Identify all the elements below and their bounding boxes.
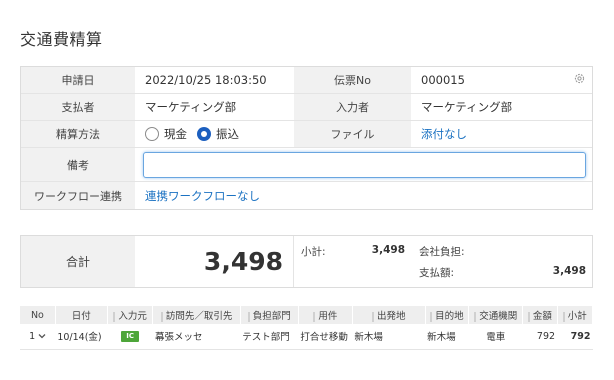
gear-icon[interactable] bbox=[573, 72, 586, 85]
col-header[interactable]: 小計 bbox=[557, 306, 594, 324]
table-row[interactable]: 1 10/14(金) IC 幕張メッセ テスト部門 打合せ移動 新木場 新木場 … bbox=[20, 324, 593, 350]
row-amount: 792 bbox=[522, 324, 558, 350]
voucher-no-label: 伝票No bbox=[294, 67, 411, 93]
payer-label: 支払者 bbox=[21, 94, 135, 120]
row-memo: 備考 bbox=[21, 148, 592, 182]
row-apply-date: 申請日 2022/10/25 18:03:50 伝票No 000015 bbox=[21, 67, 592, 94]
row-no-cell[interactable]: 1 bbox=[20, 324, 56, 350]
row-to: 新木場 bbox=[425, 324, 469, 350]
expense-form: 申請日 2022/10/25 18:03:50 伝票No 000015 支払者 … bbox=[20, 66, 593, 210]
detail-table: No 日付 入力元 訪問先／取引先 負担部門 用件 出発地 目的地 交通機関 金… bbox=[20, 306, 594, 350]
memo-label: 備考 bbox=[21, 148, 135, 181]
total-label: 合計 bbox=[21, 236, 135, 287]
chevron-down-icon[interactable] bbox=[38, 333, 46, 339]
payment-box: 会社負担: 支払額: 3,498 bbox=[411, 236, 592, 287]
workflow-label: ワークフロー連携 bbox=[21, 182, 135, 209]
row-date: 10/14(金) bbox=[55, 324, 108, 350]
apply-date-label: 申請日 bbox=[21, 67, 135, 93]
apply-date-value: 2022/10/25 18:03:50 bbox=[145, 73, 267, 87]
subtotal-label: 小計: bbox=[301, 246, 326, 258]
payment-value: 3,498 bbox=[552, 265, 586, 277]
col-header[interactable]: 入力元 bbox=[107, 306, 154, 324]
row-visit: 幕張メッセ bbox=[152, 324, 241, 350]
radio-cash[interactable]: 現金 bbox=[145, 126, 187, 142]
col-header[interactable]: 金額 bbox=[522, 306, 558, 324]
ic-card-icon: IC bbox=[121, 331, 140, 343]
entered-by-label: 入力者 bbox=[294, 94, 411, 120]
radio-transfer-label: 振込 bbox=[216, 127, 239, 141]
payer-value: マーケティング部 bbox=[145, 100, 237, 114]
entered-by-value: マーケティング部 bbox=[421, 100, 513, 114]
col-header[interactable]: 日付 bbox=[55, 306, 108, 324]
detail-header-row: No 日付 入力元 訪問先／取引先 負担部門 用件 出発地 目的地 交通機関 金… bbox=[20, 306, 594, 324]
row-no: 1 bbox=[29, 330, 36, 342]
radio-transfer[interactable]: 振込 bbox=[197, 126, 239, 142]
row-transport: 電車 bbox=[468, 324, 523, 350]
col-header[interactable]: 負担部門 bbox=[240, 306, 299, 324]
col-header[interactable]: 目的地 bbox=[425, 306, 470, 324]
radio-transfer-circle[interactable] bbox=[197, 127, 211, 141]
file-label: ファイル bbox=[294, 121, 411, 147]
col-header[interactable]: No bbox=[20, 306, 56, 324]
company-burden-label: 会社負担: bbox=[419, 246, 465, 258]
col-header[interactable]: 用件 bbox=[298, 306, 353, 324]
file-link[interactable]: 添付なし bbox=[411, 121, 592, 147]
col-header[interactable]: 交通機関 bbox=[468, 306, 524, 324]
col-header[interactable]: 訪問先／取引先 bbox=[152, 306, 241, 324]
workflow-link[interactable]: 連携ワークフローなし bbox=[135, 182, 592, 209]
col-header[interactable]: 出発地 bbox=[352, 306, 426, 324]
settlement-label: 精算方法 bbox=[21, 121, 135, 147]
settlement-options: 現金 振込 bbox=[135, 121, 294, 147]
radio-cash-label: 現金 bbox=[164, 127, 187, 141]
row-dept: テスト部門 bbox=[240, 324, 299, 350]
subtotal-box: 小計: 3,498 bbox=[294, 236, 411, 287]
subtotal-value: 3,498 bbox=[371, 244, 405, 256]
row-payer: 支払者 マーケティング部 入力者 マーケティング部 bbox=[21, 94, 592, 121]
memo-input[interactable] bbox=[143, 151, 586, 178]
voucher-no-value: 000015 bbox=[421, 73, 465, 87]
total-amount: 3,498 bbox=[135, 236, 294, 287]
row-settlement: 精算方法 現金 振込 ファイル 添付なし bbox=[21, 121, 592, 148]
totals-panel: 合計 3,498 小計: 3,498 会社負担: 支払額: 3,498 bbox=[20, 235, 593, 288]
radio-cash-circle[interactable] bbox=[145, 127, 159, 141]
row-purpose: 打合せ移動 bbox=[298, 324, 353, 350]
row-workflow: ワークフロー連携 連携ワークフローなし bbox=[21, 182, 592, 209]
row-from: 新木場 bbox=[352, 324, 426, 350]
row-subtotal: 792 bbox=[557, 324, 593, 350]
page-title: 交通費精算 bbox=[20, 30, 103, 49]
payment-label: 支払額: bbox=[419, 267, 455, 279]
